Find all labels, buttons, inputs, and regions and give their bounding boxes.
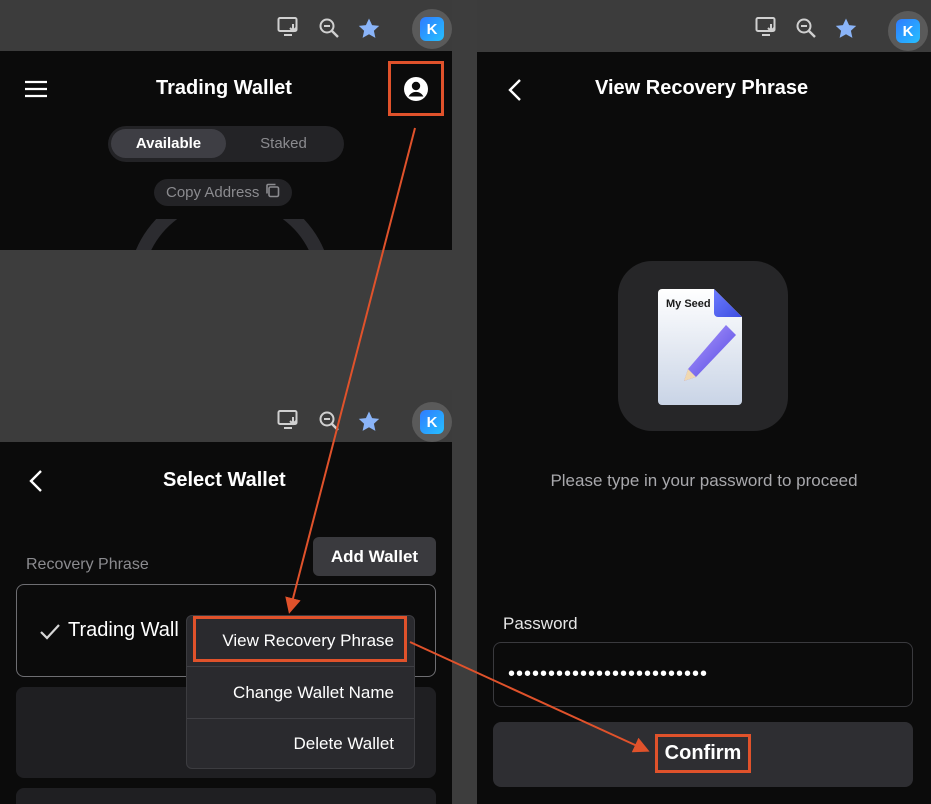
arrow-to-context-menu	[285, 127, 416, 614]
annotation-arrows	[285, 127, 650, 753]
arrow-to-confirm	[409, 641, 650, 753]
